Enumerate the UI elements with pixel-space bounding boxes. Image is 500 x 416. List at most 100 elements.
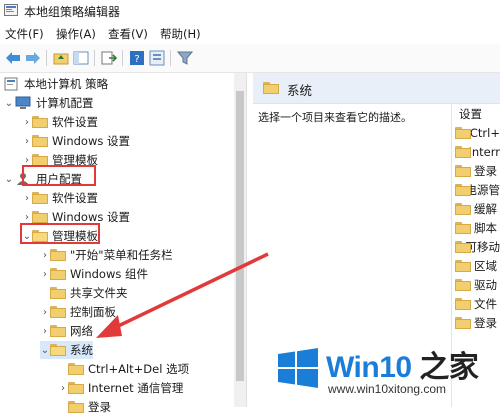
folder-icon (68, 401, 84, 413)
menu-help[interactable]: 帮助(H) (160, 26, 201, 42)
tree-item-user-software-settings[interactable]: › 软件设置 (22, 189, 98, 207)
properties-icon[interactable] (148, 49, 166, 67)
chevron-right-icon[interactable]: › (22, 193, 32, 204)
folder-icon (50, 325, 66, 337)
scrollbar-thumb[interactable] (236, 91, 244, 381)
folder-icon (32, 135, 48, 147)
tree-item-label: 计算机配置 (36, 95, 94, 111)
setting-label: 驱动 (474, 277, 497, 293)
filter-icon[interactable] (176, 49, 194, 67)
chevron-right-icon[interactable]: › (22, 117, 32, 128)
tree-item-label: 控制面板 (70, 304, 116, 320)
menu-action[interactable]: 操作(A) (56, 26, 96, 42)
tree-item-control-panel[interactable]: › 控制面板 (40, 303, 116, 321)
chevron-right-icon[interactable]: › (40, 269, 50, 280)
chevron-right-icon[interactable]: › (40, 307, 50, 318)
computer-policy-icon (4, 77, 20, 91)
setting-item[interactable]: 登录 (455, 162, 500, 180)
pane-splitter[interactable] (246, 73, 253, 407)
folder-icon (455, 279, 471, 291)
setting-item[interactable]: 可移动 (455, 238, 500, 256)
export-list-icon[interactable] (100, 49, 118, 67)
tree-item-label: Windows 设置 (52, 133, 130, 149)
folder-icon (455, 127, 467, 139)
chevron-down-icon[interactable]: ⌄ (4, 174, 14, 185)
setting-item[interactable]: 电源管 (455, 181, 500, 199)
chevron-right-icon[interactable]: › (22, 136, 32, 147)
setting-label: 区域 (474, 258, 497, 274)
tree-scrollbar[interactable] (234, 73, 246, 407)
folder-icon (50, 306, 66, 318)
highlight-user-config (22, 165, 96, 186)
setting-label: Interr (468, 145, 500, 159)
folder-icon (455, 146, 465, 158)
tree-item-shared-folders[interactable]: 共享文件夹 (40, 284, 128, 302)
folder-icon (50, 287, 66, 299)
chevron-down-icon[interactable]: ⌄ (4, 98, 14, 109)
tree-item-computer-config[interactable]: ⌄ 计算机配置 (4, 94, 94, 112)
highlight-admin-templates (20, 223, 100, 244)
folder-icon (455, 165, 471, 177)
window-title: 本地组策略编辑器 (24, 3, 120, 20)
description-text: 选择一个项目来查看它的描述。 (258, 109, 412, 125)
chevron-right-icon[interactable]: › (58, 383, 68, 394)
folder-open-icon (50, 344, 66, 356)
windows-logo-icon (278, 348, 318, 388)
setting-item[interactable]: 区域 (455, 257, 500, 275)
show-hide-tree-icon[interactable] (72, 49, 90, 67)
folder-icon (455, 222, 471, 234)
help-icon[interactable]: ? (128, 49, 146, 67)
tree-item-network[interactable]: › 网络 (40, 322, 93, 340)
chevron-right-icon[interactable]: › (40, 250, 50, 261)
chevron-right-icon[interactable]: › (22, 212, 32, 223)
chevron-down-icon[interactable]: ⌄ (40, 345, 50, 356)
folder-icon (455, 260, 471, 272)
tree-item-ctrl-alt-del[interactable]: Ctrl+Alt+Del 选项 (58, 360, 189, 378)
setting-item[interactable]: 文件 (455, 295, 500, 313)
tree-item-windows-components[interactable]: › Windows 组件 (40, 265, 148, 283)
tree-item-system[interactable]: ⌄ 系统 (40, 341, 93, 359)
folder-icon (32, 192, 48, 204)
tree-item-windows-settings[interactable]: › Windows 设置 (22, 132, 130, 150)
tree-item-internet-comm[interactable]: › Internet 通信管理 (58, 379, 183, 397)
tree-item-software-settings[interactable]: › 软件设置 (22, 113, 98, 131)
watermark-url: www.win10xitong.com (328, 382, 446, 396)
watermark-brand: Win10 之家 (326, 342, 478, 386)
setting-label: 缓解 (474, 201, 497, 217)
tree-item-label: 登录 (88, 399, 111, 415)
setting-item[interactable]: Ctrl+ (455, 124, 500, 142)
back-arrow-icon[interactable] (4, 49, 22, 67)
up-folder-icon[interactable] (52, 49, 70, 67)
tree-item-local-computer-policy[interactable]: 本地计算机 策略 (4, 75, 108, 93)
details-header: 系统 (253, 73, 500, 104)
tree-item-label: 共享文件夹 (70, 285, 128, 301)
menu-file[interactable]: 文件(F) (5, 26, 44, 42)
setting-item[interactable]: 缓解 (455, 200, 500, 218)
details-title: 系统 (287, 80, 312, 99)
chevron-right-icon[interactable]: › (40, 326, 50, 337)
setting-label: 文件 (474, 296, 497, 312)
setting-item[interactable]: 脚本 (455, 219, 500, 237)
tree-item-label: 系统 (70, 342, 93, 358)
setting-label: 登录 (474, 315, 497, 331)
tree-item-start-menu-taskbar[interactable]: › "开始"菜单和任务栏 (40, 246, 173, 264)
tree-item-label: 软件设置 (52, 114, 98, 130)
forward-arrow-icon[interactable] (24, 49, 42, 67)
column-label: 设置 (459, 106, 482, 122)
folder-icon (263, 82, 279, 94)
watermark: Win10 之家 www.win10xitong.com (266, 330, 500, 407)
toolbar: ? (0, 44, 500, 73)
tree-item-label: 本地计算机 策略 (24, 76, 108, 92)
tree-item-logon[interactable]: 登录 (58, 398, 111, 416)
chevron-right-icon[interactable]: › (22, 155, 32, 166)
setting-item[interactable]: Interr (455, 143, 500, 161)
folder-icon (32, 211, 48, 223)
svg-text:?: ? (134, 54, 139, 65)
settings-column-header[interactable]: 设置 (455, 104, 500, 122)
folder-icon (455, 298, 471, 310)
setting-item[interactable]: 驱动 (455, 276, 500, 294)
menu-view[interactable]: 查看(V) (108, 26, 148, 42)
folder-icon (455, 184, 463, 196)
folder-icon (455, 317, 471, 329)
tree-item-label: Windows 组件 (70, 266, 148, 282)
